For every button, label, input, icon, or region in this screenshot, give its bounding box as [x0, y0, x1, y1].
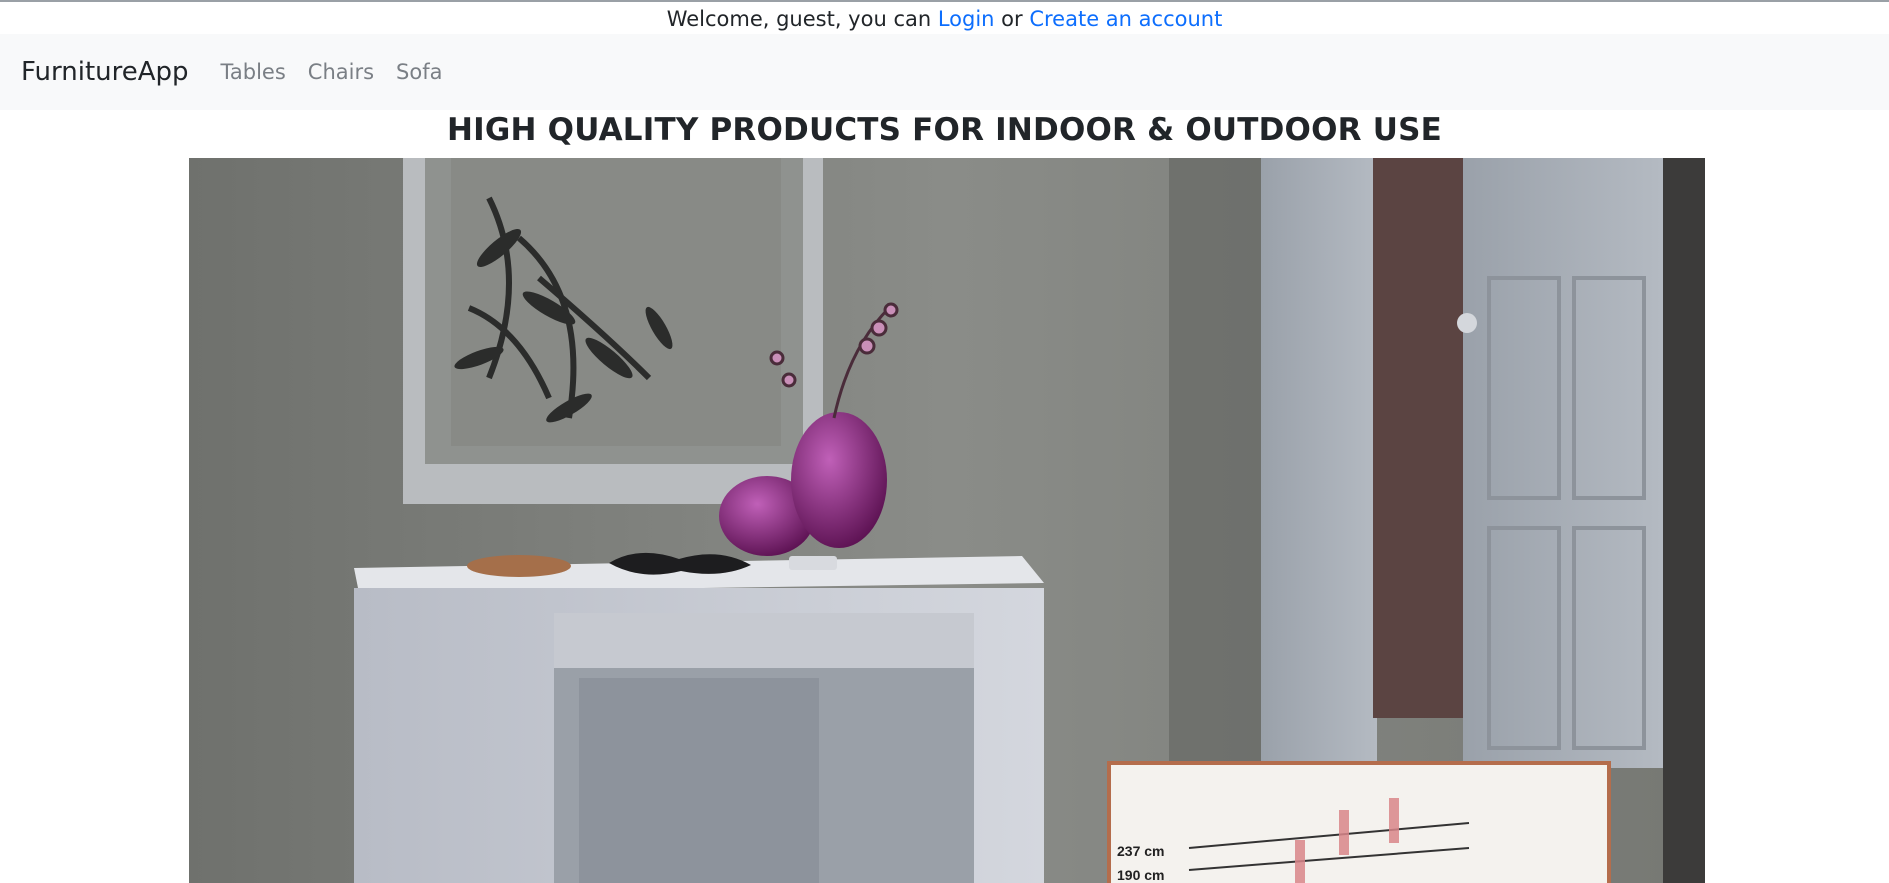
nav-link-sofa[interactable]: Sofa [396, 60, 442, 84]
nav-link-chairs[interactable]: Chairs [308, 60, 374, 84]
welcome-bar: Welcome, guest, you can Login or Create … [0, 2, 1889, 34]
mirror-glass [451, 158, 781, 446]
phone-shape [789, 556, 837, 570]
create-account-link[interactable]: Create an account [1029, 7, 1222, 31]
inset-measure-1: 237 cm [1117, 843, 1164, 859]
welcome-text: Welcome, guest, you can [666, 7, 938, 31]
main-navbar: FurnitureApp Tables Chairs Sofa [0, 34, 1889, 110]
inset-measure-2: 190 cm [1117, 867, 1164, 883]
brand-logo-link[interactable]: FurnitureApp [21, 57, 189, 87]
welcome-separator: or [994, 7, 1030, 31]
console-inner-leaf [579, 678, 819, 883]
decorative-plate [467, 555, 571, 577]
hero-image: 237 cm 190 cm [189, 158, 1705, 883]
door-panel [1463, 158, 1663, 768]
hallway-shape [1373, 158, 1463, 718]
tall-vase [791, 412, 887, 548]
hero-illustration: 237 cm 190 cm [189, 158, 1705, 883]
page-headline: HIGH QUALITY PRODUCTS FOR INDOOR & OUTDO… [446, 112, 1442, 148]
login-link[interactable]: Login [938, 7, 995, 31]
right-wall-shadow [1663, 158, 1705, 883]
inset-diagram [1107, 761, 1611, 883]
nav-link-tables[interactable]: Tables [221, 60, 286, 84]
door-frame [1261, 158, 1377, 768]
console-drawer-front [554, 613, 974, 668]
door-handle [1457, 313, 1477, 333]
